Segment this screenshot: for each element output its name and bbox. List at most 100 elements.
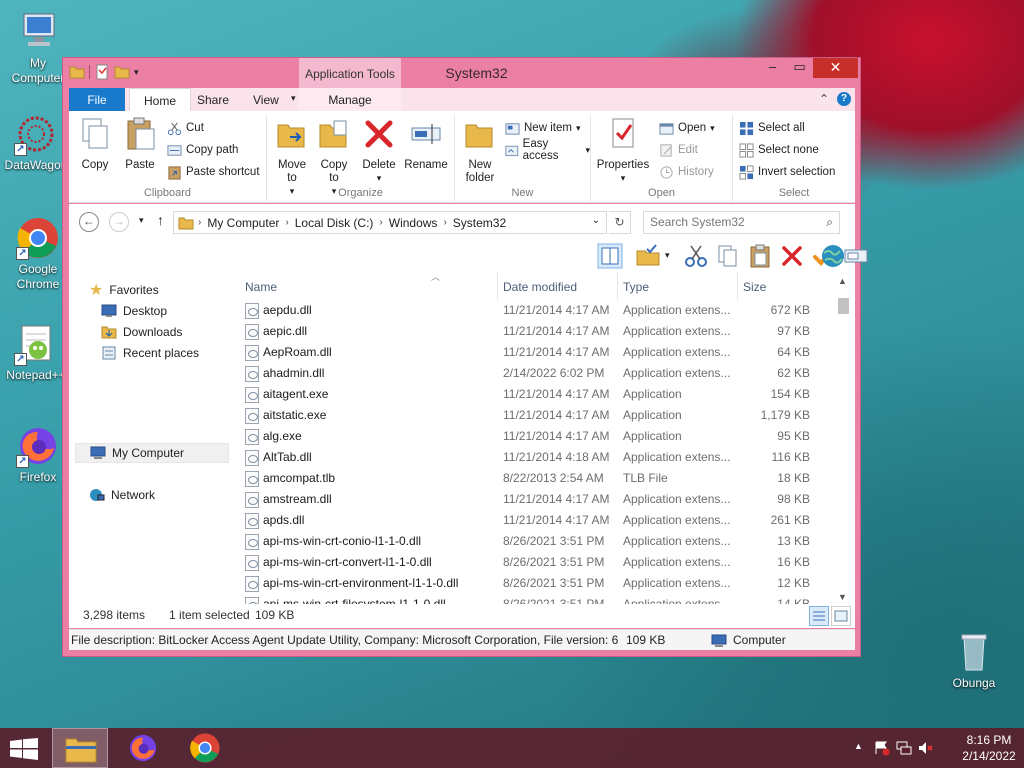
properties-icon[interactable] — [94, 64, 110, 80]
breadcrumb-separator[interactable]: › — [443, 217, 446, 228]
column-divider[interactable] — [497, 272, 498, 300]
taskbar-clock[interactable]: 8:16 PM 2/14/2022 — [956, 732, 1022, 764]
cut-button[interactable]: Cut — [167, 119, 204, 137]
column-header-date[interactable]: Date modified — [503, 272, 577, 300]
rename-icon[interactable] — [843, 243, 869, 269]
properties-button[interactable]: Properties ▾ — [595, 117, 651, 185]
column-header-size[interactable]: Size — [743, 272, 766, 300]
easy-access-button[interactable]: Easy access ▾ — [505, 138, 590, 162]
up-button[interactable]: ↑ — [157, 212, 164, 228]
table-row[interactable]: api-ms-win-crt-conio-l1-1-0.dll 8/26/2021… — [241, 531, 831, 552]
preview-pane-icon[interactable] — [597, 243, 623, 269]
tab-home[interactable]: Home — [129, 88, 192, 111]
table-row[interactable]: api-ms-win-crt-environment-l1-1-0.dll 8/2… — [241, 573, 831, 594]
minimize-button[interactable]: – — [759, 58, 786, 78]
taskbar-chrome[interactable] — [177, 728, 233, 768]
scissors-icon[interactable] — [683, 243, 709, 269]
refresh-button[interactable]: ↻ — [609, 211, 631, 234]
copy-button[interactable]: Copy — [75, 117, 115, 172]
new-item-button[interactable]: New item ▾ — [505, 119, 580, 137]
start-button[interactable] — [10, 738, 38, 760]
desktop-icon-recycle-bin[interactable]: Obunga — [938, 630, 1010, 691]
network-icon[interactable] — [896, 740, 912, 756]
taskbar-firefox[interactable] — [115, 728, 171, 768]
vertical-scrollbar[interactable]: ▲ ▼ — [835, 272, 851, 604]
column-header-type[interactable]: Type — [623, 272, 649, 300]
scroll-down-icon[interactable]: ▼ — [838, 592, 847, 602]
address-history-icon[interactable]: ⌄ — [592, 215, 600, 226]
large-icons-view-button[interactable] — [831, 606, 851, 626]
breadcrumb-separator[interactable]: › — [285, 217, 288, 228]
delete-icon[interactable] — [779, 243, 805, 269]
new-folder-button[interactable]: New folder — [461, 117, 499, 185]
title-bar[interactable]: ▾ Application Tools System32 – ▭ ✕ — [63, 58, 860, 88]
properties-icon[interactable] — [635, 243, 661, 269]
table-row[interactable]: aepic.dll 11/21/2014 4:17 AM Application e… — [241, 321, 831, 342]
table-row[interactable]: aitagent.exe 11/21/2014 4:17 AM Applicatio… — [241, 384, 831, 405]
table-row[interactable]: amcompat.tlb 8/22/2013 2:54 AM TLB File 18 … — [241, 468, 831, 489]
rename-button[interactable]: Rename — [403, 117, 449, 172]
close-button[interactable]: ✕ — [813, 58, 858, 78]
table-row[interactable]: api-ms-win-crt-convert-l1-1-0.dll 8/26/20… — [241, 552, 831, 573]
tab-view[interactable]: View — [239, 88, 293, 111]
select-all-button[interactable]: Select all — [739, 119, 805, 137]
paste-shortcut-button[interactable]: Paste shortcut — [167, 163, 260, 181]
customize-qat-icon[interactable]: ▾ — [134, 67, 139, 78]
tab-manage[interactable]: Manage — [299, 88, 401, 111]
breadcrumb-windows[interactable]: Windows — [389, 216, 438, 230]
copy-path-button[interactable]: Copy path — [167, 141, 238, 159]
globe-icon[interactable] — [820, 243, 846, 269]
nav-favorites[interactable]: ★ Favorites — [89, 280, 159, 300]
maximize-button[interactable]: ▭ — [786, 58, 813, 78]
tab-file[interactable]: File — [69, 88, 125, 111]
column-divider[interactable] — [737, 272, 738, 300]
table-row[interactable]: apds.dll 11/21/2014 4:17 AM Application ex… — [241, 510, 831, 531]
move-to-button[interactable]: Move to ▾ — [273, 117, 311, 198]
invert-selection-button[interactable]: Invert selection — [739, 163, 835, 181]
table-row[interactable]: aitstatic.exe 11/21/2014 4:17 AM Applicati… — [241, 405, 831, 426]
table-row[interactable]: AltTab.dll 11/21/2014 4:18 AM Application … — [241, 447, 831, 468]
recent-locations-icon[interactable]: ▾ — [139, 215, 144, 226]
table-row[interactable]: amstream.dll 11/21/2014 4:17 AM Applicatio… — [241, 489, 831, 510]
tab-share[interactable]: Share — [183, 88, 243, 111]
scroll-up-icon[interactable]: ▲ — [838, 276, 847, 286]
details-view-button[interactable] — [809, 606, 829, 626]
nav-desktop[interactable]: Desktop — [101, 301, 167, 321]
paste-icon[interactable] — [747, 243, 773, 269]
forward-button[interactable]: → — [109, 212, 129, 232]
breadcrumb-local-disk[interactable]: Local Disk (C:) — [295, 216, 374, 230]
table-row[interactable]: aepdu.dll 11/21/2014 4:17 AM Application e… — [241, 300, 831, 321]
breadcrumb-my-computer[interactable]: My Computer — [207, 216, 279, 230]
table-row[interactable]: ahadmin.dll 2/14/2022 6:02 PM Application … — [241, 363, 831, 384]
nav-recent-places[interactable]: Recent places — [101, 343, 199, 363]
paste-button[interactable]: Paste — [119, 117, 161, 172]
scroll-thumb[interactable] — [838, 298, 849, 314]
table-row[interactable]: AepRoam.dll 11/21/2014 4:17 AM Application… — [241, 342, 831, 363]
breadcrumb-separator[interactable]: › — [198, 217, 201, 228]
nav-downloads[interactable]: Downloads — [101, 322, 182, 342]
table-row[interactable]: alg.exe 11/21/2014 4:17 AM Application 95 K… — [241, 426, 831, 447]
history-button[interactable]: History — [659, 163, 714, 181]
chevron-down-icon[interactable]: ▾ — [665, 250, 670, 261]
breadcrumb-separator[interactable]: › — [379, 217, 382, 228]
column-divider[interactable] — [617, 272, 618, 300]
column-header-name[interactable]: Name — [245, 272, 277, 300]
new-folder-icon[interactable] — [114, 64, 130, 80]
delete-button[interactable]: Delete ▾ — [359, 117, 399, 185]
table-row[interactable]: api-ms-win-crt-filesystem-l1-1-0.dll 8/26… — [241, 594, 831, 604]
action-center-icon[interactable] — [874, 740, 890, 756]
edit-button[interactable]: Edit — [659, 141, 698, 159]
taskbar-file-explorer[interactable] — [52, 728, 108, 768]
nav-network[interactable]: Network — [89, 485, 155, 505]
back-button[interactable]: ← — [79, 212, 99, 232]
collapse-ribbon-icon[interactable]: ⌃ — [819, 92, 829, 106]
help-icon[interactable]: ? — [837, 92, 851, 106]
volume-muted-icon[interactable] — [918, 740, 934, 756]
open-button[interactable]: Open ▾ — [659, 119, 715, 137]
folder-icon[interactable] — [69, 64, 85, 80]
address-bar[interactable]: › My Computer › Local Disk (C:) › Window… — [173, 211, 607, 234]
nav-my-computer[interactable]: My Computer — [75, 443, 229, 463]
breadcrumb-system32[interactable]: System32 — [453, 216, 506, 230]
select-none-button[interactable]: Select none — [739, 141, 819, 159]
copy-icon[interactable] — [715, 243, 741, 269]
